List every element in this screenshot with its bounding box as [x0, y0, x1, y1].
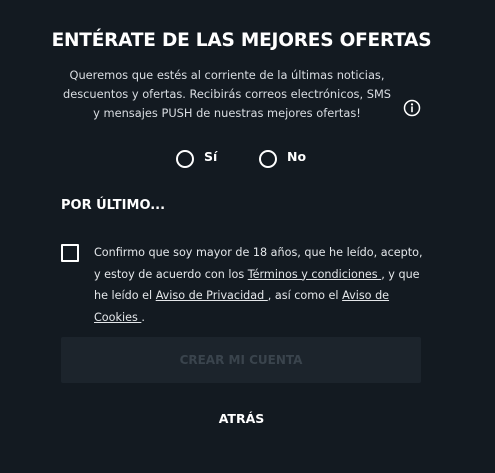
page-title: ENTÉRATE DE LAS MEJORES OFERTAS: [51, 30, 432, 51]
age-terms-checkbox[interactable]: [61, 244, 79, 262]
consent-text: Confirmo que soy mayor de 18 años, que h…: [94, 242, 424, 328]
radio-no-label: No: [287, 148, 307, 164]
info-icon[interactable]: [403, 99, 421, 117]
radio-option-yes[interactable]: Sí: [176, 149, 217, 169]
consent-text-part3: , así como el: [267, 289, 343, 302]
radio-yes-circle[interactable]: [176, 150, 194, 168]
consent-text-part4: .: [141, 310, 145, 324]
radio-yes-label: Sí: [204, 148, 218, 164]
privacy-link[interactable]: Aviso de Privacidad: [156, 289, 268, 302]
back-link[interactable]: ATRÁS: [0, 411, 483, 426]
terms-link[interactable]: Términos y condiciones: [248, 268, 381, 281]
radio-no-circle[interactable]: [259, 150, 277, 168]
offers-description: Queremos que estés al corriente de la úl…: [62, 68, 392, 120]
section-title-final: POR ÚLTIMO...: [61, 198, 166, 213]
create-account-button[interactable]: CREAR MI CUENTA: [61, 337, 421, 383]
radio-option-no[interactable]: No: [259, 149, 306, 169]
